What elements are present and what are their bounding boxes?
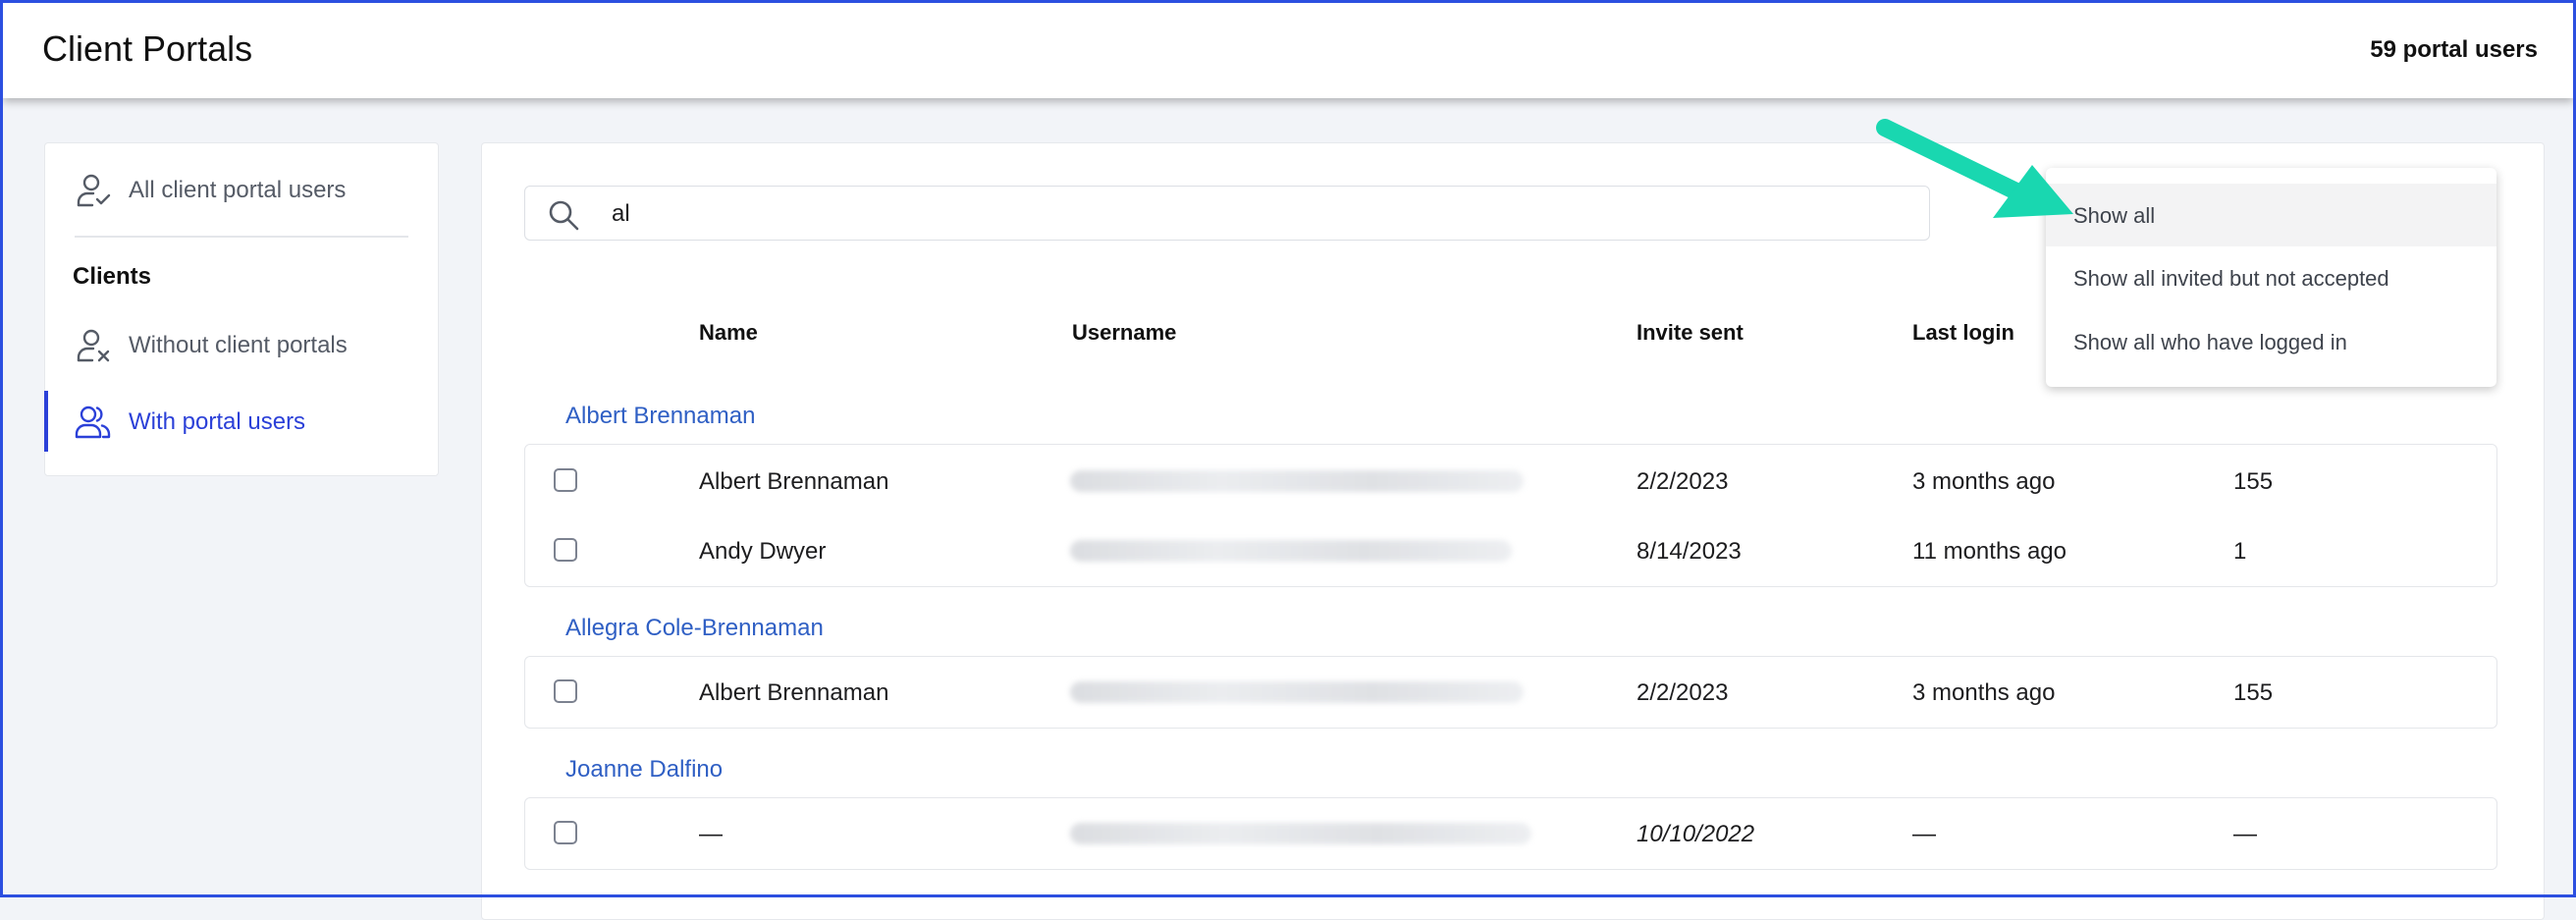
row-last-login: 3 months ago (1912, 679, 2056, 706)
row-count: 155 (2233, 679, 2274, 706)
username-redacted (1070, 540, 1512, 562)
row-count: — (2233, 821, 2257, 847)
row-count: 155 (2233, 468, 2274, 495)
row-last-login: 3 months ago (1912, 468, 2056, 495)
table-row[interactable]: Albert Brennaman 2/2/2023 3 months ago 1… (524, 447, 2496, 515)
column-header-name[interactable]: Name (699, 320, 758, 346)
row-checkbox[interactable] (554, 468, 577, 492)
row-checkbox[interactable] (554, 538, 577, 562)
username-redacted (1070, 681, 1524, 703)
sidebar-item-without-portals[interactable]: Without client portals (45, 314, 438, 375)
sidebar-item-label: All client portal users (129, 177, 347, 203)
dropdown-option-logged-in[interactable]: Show all who have logged in (2046, 310, 2496, 373)
search-box (524, 186, 1930, 241)
row-invite-sent: 2/2/2023 (1637, 679, 1729, 706)
row-last-login: 11 months ago (1912, 538, 2066, 565)
sidebar-divider (75, 236, 408, 238)
row-checkbox[interactable] (554, 821, 577, 844)
page-title: Client Portals (42, 28, 253, 69)
search-icon (549, 200, 579, 231)
sidebar: All client portal users Clients Without … (44, 142, 439, 476)
row-count: 1 (2233, 538, 2247, 565)
portal-users-count: 59 portal users (2370, 36, 2538, 63)
sidebar-section-heading: Clients (73, 263, 152, 290)
row-invite-sent: 8/14/2023 (1637, 538, 1742, 565)
search-input[interactable] (610, 194, 1890, 234)
column-header-last-login[interactable]: Last login (1912, 320, 2014, 346)
users-icon (75, 406, 111, 439)
dropdown-option-label: Show all invited but not accepted (2073, 266, 2389, 291)
dropdown-option-label: Show all who have logged in (2073, 330, 2347, 354)
row-name: Albert Brennaman (699, 679, 889, 706)
row-checkbox[interactable] (554, 679, 577, 703)
sidebar-item-label: With portal users (129, 408, 306, 435)
arrow-annotation-icon (1876, 119, 2073, 218)
row-invite-sent: 10/10/2022 (1637, 821, 1755, 847)
user-check-icon (77, 174, 111, 207)
client-group-link[interactable]: Albert Brennaman (565, 403, 755, 430)
row-last-login: — (1912, 821, 1936, 847)
row-name: — (699, 821, 723, 847)
dropdown-option-show-all[interactable]: Show all (2046, 184, 2496, 246)
column-header-invite-sent[interactable]: Invite sent (1637, 320, 1744, 346)
row-name: Albert Brennaman (699, 468, 889, 495)
dropdown-option-invited-not-accepted[interactable]: Show all invited but not accepted (2046, 246, 2496, 309)
sidebar-item-with-portal-users[interactable]: With portal users (44, 391, 438, 452)
table-row[interactable]: Andy Dwyer 8/14/2023 11 months ago 1 (524, 516, 2496, 585)
username-redacted (1070, 470, 1524, 492)
sidebar-item-all-users[interactable]: All client portal users (45, 159, 438, 220)
username-redacted (1070, 823, 1531, 844)
user-x-icon (77, 329, 110, 362)
client-group-link[interactable]: Joanne Dalfino (565, 756, 723, 784)
column-header-username[interactable]: Username (1072, 320, 1176, 346)
filter-dropdown-menu: Show all Show all invited but not accept… (2046, 168, 2496, 387)
table-row[interactable]: Albert Brennaman 2/2/2023 3 months ago 1… (524, 658, 2496, 727)
page-header: Client Portals 59 portal users (3, 3, 2573, 98)
row-name: Andy Dwyer (699, 538, 827, 565)
row-invite-sent: 2/2/2023 (1637, 468, 1729, 495)
client-group-link[interactable]: Allegra Cole-Brennaman (565, 615, 824, 642)
table-row[interactable]: — 10/10/2022 — — (524, 799, 2496, 868)
sidebar-item-label: Without client portals (129, 332, 348, 358)
